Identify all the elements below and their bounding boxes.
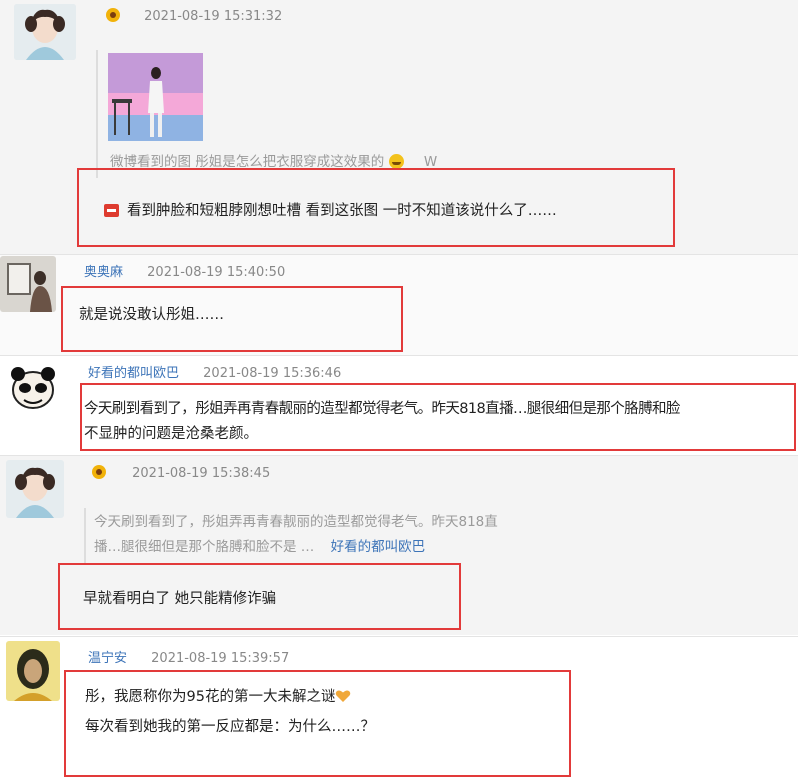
quoted-image[interactable] — [108, 53, 203, 141]
avatar[interactable] — [0, 256, 56, 312]
comment-meta: 温宁安 2021-08-19 15:39:57 — [88, 647, 289, 666]
comment-text-line-1: 彤，我愿称你为95花的第一大未解之谜 — [85, 686, 351, 708]
username[interactable]: 好看的都叫欧巴 — [88, 366, 179, 381]
comment-text-line-2: 每次看到她我的第一反应都是：为什么……？ — [85, 719, 375, 735]
comment-meta: 好看的都叫欧巴 2021-08-19 15:36:46 — [88, 362, 341, 381]
comment-meta: 2021-08-19 15:31:32 — [106, 8, 282, 24]
username[interactable]: 奥奥麻 — [84, 265, 123, 280]
quoted-post — [96, 50, 100, 178]
flower-badge-icon — [106, 8, 120, 22]
timestamp: 2021-08-19 15:38:45 — [132, 466, 271, 481]
quoted-text-line-2: 播…腿很细但是那个胳膊和脸不是 … 好看的都叫欧巴 — [94, 539, 426, 555]
timestamp: 2021-08-19 15:31:32 — [144, 9, 283, 24]
comment-meta: 奥奥麻 2021-08-19 15:40:50 — [84, 261, 285, 280]
timestamp: 2021-08-19 15:40:50 — [147, 265, 286, 280]
laughing-emoji-icon — [388, 154, 404, 169]
username[interactable]: 温宁安 — [88, 651, 127, 666]
flower-badge-icon — [92, 465, 106, 479]
quoted-comment — [84, 508, 88, 564]
comment-meta: 2021-08-19 15:38:45 — [92, 465, 270, 481]
comment-text: 看到肿脸和短粗脖刚想吐槽 看到这张图 一时不知道该说什么了…… — [104, 200, 557, 222]
timestamp: 2021-08-19 15:36:46 — [203, 366, 342, 381]
red-minus-icon — [104, 204, 119, 217]
avatar[interactable] — [6, 360, 60, 414]
comment-text-line-2: 不显肿的问题是沧桑老颜。 — [84, 426, 258, 442]
avatar[interactable] — [14, 4, 76, 60]
comment-text: 就是说没敢认彤姐…… — [79, 307, 224, 323]
avatar[interactable] — [6, 641, 60, 701]
orange-heart-icon — [336, 690, 351, 702]
comment-text-line-1: 今天刷到看到了，彤姐弄再青春靓丽的造型都觉得老气。昨天818直播…腿很细但是那个… — [84, 401, 680, 417]
timestamp: 2021-08-19 15:39:57 — [151, 651, 290, 666]
quoted-text-line-1: 今天刷到看到了，彤姐弄再青春靓丽的造型都觉得老气。昨天818直 — [94, 514, 498, 530]
comment-text: 早就看明白了 她只能精修诈骗 — [83, 591, 277, 607]
avatar[interactable] — [6, 460, 64, 518]
quoted-user-link[interactable]: 好看的都叫欧巴 — [331, 539, 426, 555]
